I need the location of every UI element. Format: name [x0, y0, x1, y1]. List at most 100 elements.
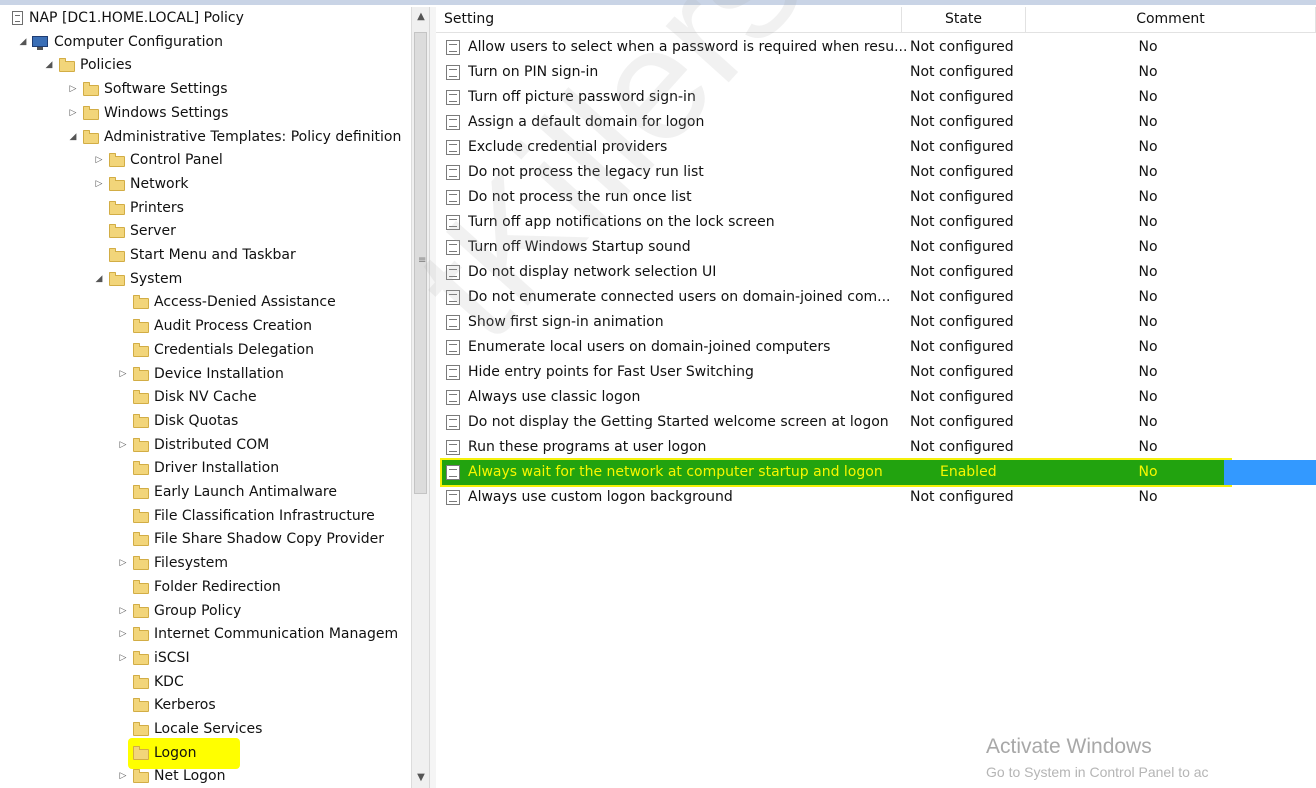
expanded-arrow-icon[interactable]: ◢	[17, 31, 29, 54]
policy-setting-icon	[446, 410, 462, 435]
expanded-arrow-icon[interactable]: ◢	[67, 126, 79, 149]
scrollbar-thumb[interactable]: ≡	[414, 32, 427, 494]
setting-comment: No	[1138, 339, 1158, 355]
tree-item[interactable]: ◢ System	[0, 268, 410, 291]
setting-state: Not configured	[910, 289, 1014, 305]
policy-tree-pane[interactable]: NAP [DC1.HOME.LOCAL] Policy ◢ Computer Con…	[0, 7, 410, 788]
tree-item[interactable]: ▷ Network	[0, 173, 410, 196]
tree-item[interactable]: ▷ Group Policy	[0, 600, 410, 623]
computer-icon	[32, 35, 49, 50]
setting-name: Turn off app notifications on the lock s…	[468, 214, 775, 230]
folder-shape	[133, 414, 149, 428]
collapsed-arrow-icon[interactable]: ▷	[117, 363, 129, 386]
setting-row[interactable]: Do not process the legacy run list Not co…	[436, 160, 1316, 185]
tree-scrollbar[interactable]: ▲ ≡ ▼	[411, 7, 430, 788]
folder-shape	[109, 153, 125, 167]
setting-row[interactable]: Allow users to select when a password is…	[436, 35, 1316, 60]
tree-item[interactable]: Folder Redirection	[0, 576, 410, 599]
tree-item[interactable]: Server	[0, 220, 410, 243]
tree-item-label: Access-Denied Assistance	[154, 294, 336, 310]
setting-row[interactable]: Do not process the run once list Not conf…	[436, 185, 1316, 210]
tree-item[interactable]: Disk NV Cache	[0, 386, 410, 409]
tree-item[interactable]: ▷ Control Panel	[0, 149, 410, 172]
setting-row[interactable]: Turn off app notifications on the lock s…	[436, 210, 1316, 235]
tree-item[interactable]: Audit Process Creation	[0, 315, 410, 338]
tree-item-label: Disk NV Cache	[154, 389, 257, 405]
tree-item[interactable]: ▷ Distributed COM	[0, 434, 410, 457]
setting-state: Not configured	[910, 389, 1014, 405]
setting-row[interactable]: Always use classic logon Not configured No	[436, 385, 1316, 410]
setting-row[interactable]: Do not enumerate connected users on doma…	[436, 285, 1316, 310]
tree-item[interactable]: Kerberos	[0, 694, 410, 717]
setting-shape	[446, 290, 460, 305]
scroll-down-icon[interactable]: ▼	[415, 772, 427, 784]
folder-shape	[133, 438, 149, 452]
setting-row[interactable]: Exclude credential providers Not configur…	[436, 135, 1316, 160]
expanded-arrow-icon[interactable]: ◢	[93, 268, 105, 291]
tree-item-label: Internet Communication Managem	[154, 626, 399, 642]
tree-item[interactable]: ▷ Internet Communication Managem	[0, 623, 410, 646]
tree-item[interactable]: ◢ Administrative Templates: Policy defini…	[0, 126, 410, 149]
collapsed-arrow-icon[interactable]: ▷	[67, 102, 79, 125]
tree-item[interactable]: ▷ iSCSI	[0, 647, 410, 670]
tree-item[interactable]: Start Menu and Taskbar	[0, 244, 410, 267]
tree-item[interactable]: KDC	[0, 671, 410, 694]
setting-state: Not configured	[910, 314, 1014, 330]
tree-item[interactable]: Early Launch Antimalware	[0, 481, 410, 504]
setting-row[interactable]: Always wait for the network at computer …	[436, 460, 1316, 485]
scroll-up-icon[interactable]: ▲	[415, 11, 427, 23]
collapsed-arrow-icon[interactable]: ▷	[117, 623, 129, 646]
collapsed-arrow-icon[interactable]: ▷	[117, 552, 129, 575]
tree-item-label: Group Policy	[154, 603, 242, 619]
setting-row[interactable]: Assign a default domain for logon Not con…	[436, 110, 1316, 135]
collapsed-arrow-icon[interactable]: ▷	[93, 173, 105, 196]
collapsed-arrow-icon[interactable]: ▷	[117, 765, 129, 788]
setting-state: Not configured	[910, 114, 1014, 130]
tree-item[interactable]: File Share Shadow Copy Provider	[0, 528, 410, 551]
setting-shape	[446, 315, 460, 330]
setting-row[interactable]: Turn off picture password sign-in Not con…	[436, 85, 1316, 110]
tree-item[interactable]: ▷ Software Settings	[0, 78, 410, 101]
tree-item[interactable]: Logon	[0, 738, 410, 769]
tree-item-label: Credentials Delegation	[154, 342, 314, 358]
folder-shape	[83, 106, 99, 120]
collapsed-arrow-icon[interactable]: ▷	[117, 600, 129, 623]
tree-item[interactable]: ▷ Filesystem	[0, 552, 410, 575]
policy-setting-icon	[446, 185, 462, 210]
tree-item[interactable]: ◢ Policies	[0, 54, 410, 77]
tree-item[interactable]: File Classification Infrastructure	[0, 505, 410, 528]
tree-item[interactable]: Disk Quotas	[0, 410, 410, 433]
setting-row[interactable]: Turn on PIN sign-in Not configured No	[436, 60, 1316, 85]
tree-item[interactable]: Driver Installation	[0, 457, 410, 480]
collapsed-arrow-icon[interactable]: ▷	[93, 149, 105, 172]
setting-row[interactable]: Show first sign-in animation Not configur…	[436, 310, 1316, 335]
setting-row[interactable]: Always use custom logon background Not co…	[436, 485, 1316, 510]
column-header-state[interactable]: State	[902, 7, 1026, 32]
tree-item[interactable]: Access-Denied Assistance	[0, 291, 410, 314]
collapsed-arrow-icon[interactable]: ▷	[117, 434, 129, 457]
tree-item[interactable]: ▷ Net Logon	[0, 765, 410, 788]
tree-item[interactable]: ▷ Device Installation	[0, 363, 410, 386]
setting-row[interactable]: Run these programs at user logon Not conf…	[436, 435, 1316, 460]
setting-row[interactable]: Do not display network selection UI Not c…	[436, 260, 1316, 285]
collapsed-arrow-icon[interactable]: ▷	[67, 78, 79, 101]
tree-item[interactable]: Printers	[0, 197, 410, 220]
tree-item[interactable]: ▷ Windows Settings	[0, 102, 410, 125]
collapsed-arrow-icon[interactable]: ▷	[117, 647, 129, 670]
folder-shape	[133, 698, 149, 712]
tree-item[interactable]: Credentials Delegation	[0, 339, 410, 362]
setting-state: Not configured	[910, 489, 1014, 505]
pane-splitter[interactable]	[429, 7, 436, 788]
activate-windows-title: Activate Windows	[986, 735, 1152, 758]
tree-root-item[interactable]: NAP [DC1.HOME.LOCAL] Policy	[0, 7, 410, 30]
tree-item-label: Windows Settings	[104, 105, 229, 121]
expanded-arrow-icon[interactable]: ◢	[43, 54, 55, 77]
setting-row[interactable]: Turn off Windows Startup sound Not config…	[436, 235, 1316, 260]
column-header-comment[interactable]: Comment	[1026, 7, 1316, 32]
policy-setting-icon	[446, 485, 462, 510]
setting-row[interactable]: Do not display the Getting Started welco…	[436, 410, 1316, 435]
column-header-setting[interactable]: Setting	[436, 7, 902, 32]
tree-item[interactable]: ◢ Computer Configuration	[0, 31, 410, 54]
setting-row[interactable]: Hide entry points for Fast User Switchin…	[436, 360, 1316, 385]
setting-row[interactable]: Enumerate local users on domain-joined c…	[436, 335, 1316, 360]
